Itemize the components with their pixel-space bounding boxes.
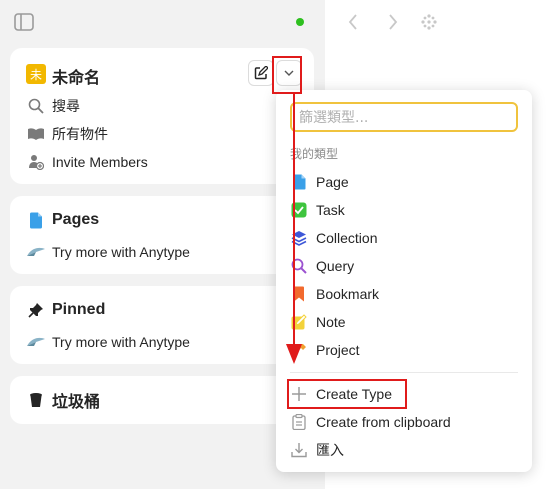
forward-arrow-icon[interactable] [385,12,401,32]
import-icon [290,441,308,459]
type-item-collection[interactable]: Collection [290,226,518,250]
widget-trash-header[interactable]: 垃圾桶 [26,388,100,412]
widget-pinned-hint-label: Try more with Anytype [52,334,190,350]
sidebar-toggle-icon[interactable] [14,12,34,32]
nav-all-objects-label: 所有物件 [52,127,108,143]
page-icon [26,210,46,230]
clipboard-icon [290,413,308,431]
widget-pages-title: Pages [52,211,100,228]
widget-pages-hint: Try more with Anytype [26,240,190,264]
widget-pinned-hint: Try more with Anytype [26,330,190,354]
menu-divider [290,372,518,373]
type-filter-input[interactable]: 篩選類型... [290,102,518,132]
type-item-query[interactable]: Query [290,254,518,278]
type-item-note[interactable]: Note [290,310,518,334]
my-types-section-title: 我的類型 [290,147,339,161]
invite-members-icon [26,152,46,172]
nav-invite-members[interactable]: Invite Members [26,150,148,174]
search-icon [26,96,46,116]
space-avatar-letter: 未 [29,67,42,82]
annotation-box-dropdown [272,56,302,94]
create-from-clipboard-label: Create from clipboard [316,414,451,430]
widget-pages: Pages Try more with Anytype [10,196,314,274]
widget-trash-title: 垃圾桶 [52,392,101,411]
create-object-button[interactable] [248,60,274,86]
widget-trash[interactable]: 垃圾桶 [10,376,314,424]
annotation-box-create-type [287,379,407,409]
import-item[interactable]: 匯入 [290,438,518,462]
type-item-project[interactable]: Project [290,338,518,362]
workspace-card: 未 未命名 搜尋 所有物件 Invite Members [10,48,314,184]
nav-invite-members-label: Invite Members [52,154,148,170]
type-item-label: Project [316,342,360,358]
type-item-label: Page [316,174,349,190]
type-item-label: Note [316,314,346,330]
type-filter-placeholder: 篩選類型... [299,110,369,126]
space-avatar[interactable]: 未 [26,64,46,84]
back-arrow-icon[interactable] [345,12,361,32]
paper-plane-icon [26,332,46,352]
type-item-label: Query [316,258,355,274]
nav-search[interactable]: 搜尋 [26,94,80,118]
import-label: 匯入 [316,443,344,459]
book-icon [26,124,46,144]
sync-status-dot [296,18,304,26]
graph-icon[interactable] [419,12,439,32]
create-from-clipboard-item[interactable]: Create from clipboard [290,410,518,434]
nav-search-label: 搜尋 [52,99,80,115]
type-item-task[interactable]: Task [290,198,518,222]
nav-all-objects[interactable]: 所有物件 [26,122,108,146]
trash-icon [26,390,46,410]
widget-pinned-title: Pinned [52,301,106,318]
pin-icon [26,300,46,320]
space-name[interactable]: 未命名 [52,64,100,88]
widget-pages-hint-label: Try more with Anytype [52,244,190,260]
widget-pinned-header[interactable]: Pinned [26,298,105,322]
type-item-bookmark[interactable]: Bookmark [290,282,518,306]
type-item-label: Bookmark [316,286,380,302]
type-item-page[interactable]: Page [290,170,518,194]
widget-pages-header[interactable]: Pages [26,208,99,232]
widget-pinned: Pinned Try more with Anytype [10,286,314,364]
paper-plane-icon [26,242,46,262]
type-item-label: Collection [316,230,378,246]
object-type-menu: 篩選類型... 我的類型 Page Task Collection Query … [276,90,532,472]
annotation-arrow-head [286,344,302,364]
type-item-label: Task [316,202,345,218]
annotation-arrow-shaft-top [293,94,295,348]
